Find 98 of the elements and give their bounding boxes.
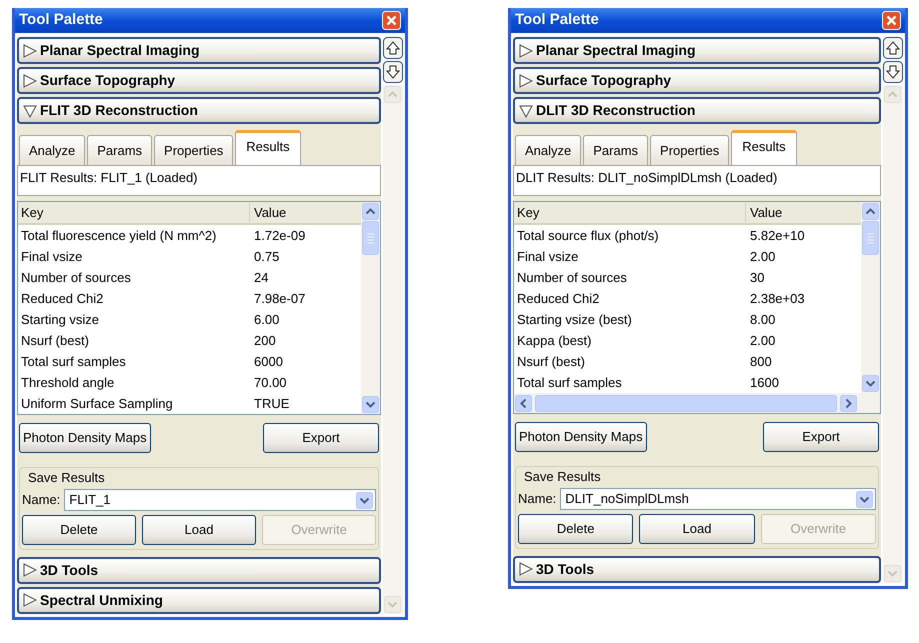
section-header[interactable]: Planar Spectral Imaging xyxy=(513,37,881,64)
table-cell-text: 7.98e-07 xyxy=(253,290,306,308)
table-cell-text: Nsurf (best) xyxy=(516,352,586,371)
table-cell-text: 2.00 xyxy=(749,332,776,350)
table-cell-text: 8.00 xyxy=(749,310,776,329)
table-cell-text: Starting vsize (best) xyxy=(516,310,633,329)
tab[interactable]: Results xyxy=(731,130,797,164)
table-cell-text: Kappa (best) xyxy=(516,332,592,350)
scroll-up-icon[interactable] xyxy=(883,37,903,59)
table-cell-text: 200 xyxy=(253,332,277,350)
action-button[interactable]: Load xyxy=(142,515,256,544)
tab[interactable]: Results xyxy=(235,130,301,164)
table-cell-text: 1.72e-09 xyxy=(253,226,306,245)
close-icon[interactable] xyxy=(382,11,401,30)
expanded-triangle-icon xyxy=(23,104,37,118)
name-combobox[interactable]: FLIT_1 xyxy=(64,489,376,511)
table-cell-text: 70.00 xyxy=(253,374,288,392)
table-cell-text: Reduced Chi2 xyxy=(516,290,600,308)
section-header[interactable]: Surface Topography xyxy=(17,67,381,94)
tab[interactable]: Analyze xyxy=(19,135,86,164)
expanded-triangle-icon xyxy=(519,104,533,118)
section-title: 3D Tools xyxy=(536,560,594,578)
column-header[interactable]: Key xyxy=(18,202,250,222)
column-header[interactable]: Key xyxy=(514,202,746,222)
scroll-up-icon[interactable] xyxy=(383,37,403,59)
column-header[interactable]: Value xyxy=(746,202,861,222)
section-title: FLIT 3D Reconstruction xyxy=(40,101,198,120)
results-label: DLIT Results: DLIT_noSimplDLmsh (Loaded) xyxy=(513,164,881,196)
table-cell-text: Starting vsize xyxy=(20,310,100,329)
section-header[interactable]: Spectral Unmixing xyxy=(17,586,381,614)
section-title: Spectral Unmixing xyxy=(40,590,163,610)
window-title: Tool Palette xyxy=(515,10,599,30)
action-button[interactable]: Photon Density Maps xyxy=(19,423,151,452)
table-cell-text: TRUE xyxy=(253,394,290,413)
collapsed-triangle-icon xyxy=(519,74,533,88)
table-cell-text: 2.38e+03 xyxy=(749,290,806,308)
table-cell-text: 0.75 xyxy=(253,248,280,266)
action-button[interactable]: Delete xyxy=(22,515,136,544)
section-title: Planar Spectral Imaging xyxy=(40,41,200,60)
section-title: DLIT 3D Reconstruction xyxy=(536,101,696,120)
action-button[interactable]: Photon Density Maps xyxy=(515,422,647,452)
section-title: Planar Spectral Imaging xyxy=(536,41,696,60)
table-cell-text: 5.82e+10 xyxy=(749,226,806,245)
table-cell-text: Reduced Chi2 xyxy=(20,290,104,308)
table-cell-text: Nsurf (best) xyxy=(20,332,90,350)
table-cell-text: 1600 xyxy=(749,374,780,392)
table-cell-text: Number of sources xyxy=(20,268,132,287)
table-cell-text: Threshold angle xyxy=(20,374,116,392)
tab[interactable]: Analyze xyxy=(515,135,582,164)
table-cell-text: Total surf samples xyxy=(20,352,127,371)
field-label: Name: xyxy=(22,491,60,510)
collapsed-triangle-icon xyxy=(23,74,37,88)
collapsed-triangle-icon xyxy=(519,562,533,576)
action-button[interactable]: Delete xyxy=(518,514,634,544)
table-cell-text: Number of sources xyxy=(516,268,628,287)
scroll-down-icon[interactable] xyxy=(383,61,403,83)
table-cell-text: Final vsize xyxy=(516,248,580,266)
action-button[interactable]: Load xyxy=(639,514,755,544)
collapsed-triangle-icon xyxy=(23,593,37,607)
table-cell-text: Total surf samples xyxy=(516,374,623,392)
scroll-thumb[interactable] xyxy=(362,221,379,255)
scroll-thumb[interactable] xyxy=(535,394,837,412)
name-combobox[interactable]: DLIT_noSimplDLmsh xyxy=(560,488,876,510)
window-title: Tool Palette xyxy=(19,10,103,30)
table-cell-text: Uniform Surface Sampling xyxy=(20,394,174,413)
section-title: Surface Topography xyxy=(40,71,176,90)
results-label: FLIT Results: FLIT_1 (Loaded) xyxy=(17,164,381,196)
column-header[interactable]: Value xyxy=(250,202,361,222)
close-icon[interactable] xyxy=(882,11,901,30)
tab[interactable]: Params xyxy=(87,135,152,164)
section-header[interactable]: DLIT 3D Reconstruction xyxy=(513,97,881,124)
section-header[interactable]: Planar Spectral Imaging xyxy=(17,37,381,64)
action-button[interactable]: Export xyxy=(263,423,379,452)
collapsed-triangle-icon xyxy=(23,563,37,577)
section-header[interactable]: FLIT 3D Reconstruction xyxy=(17,97,381,124)
field-label: Name: xyxy=(518,490,556,508)
table-cell-text: 24 xyxy=(253,268,270,287)
table-cell-text: 6.00 xyxy=(253,310,280,329)
section-header[interactable]: 3D Tools xyxy=(17,556,381,584)
section-header[interactable]: Surface Topography xyxy=(513,67,881,94)
section-header[interactable]: 3D Tools xyxy=(513,556,881,582)
tab[interactable]: Params xyxy=(583,135,648,164)
scroll-thumb[interactable] xyxy=(862,221,879,255)
collapsed-triangle-icon xyxy=(519,44,533,58)
table-cell-text: Final vsize xyxy=(20,248,84,266)
table-cell-text: Total fluorescence yield (N mm^2) xyxy=(20,226,218,245)
scroll-down-icon[interactable] xyxy=(883,61,903,83)
tab[interactable]: Properties xyxy=(154,135,234,164)
tab[interactable]: Properties xyxy=(650,135,730,164)
table-cell-text: 30 xyxy=(749,268,766,287)
action-button[interactable]: Export xyxy=(763,422,879,452)
collapsed-triangle-icon xyxy=(23,44,37,58)
table-cell-text: 800 xyxy=(749,352,773,371)
table-cell-text: 2.00 xyxy=(749,248,776,266)
section-title: 3D Tools xyxy=(40,560,98,580)
section-title: Surface Topography xyxy=(536,71,672,90)
table-cell-text: Total source flux (phot/s) xyxy=(516,226,660,245)
table-cell-text: 6000 xyxy=(253,352,284,371)
